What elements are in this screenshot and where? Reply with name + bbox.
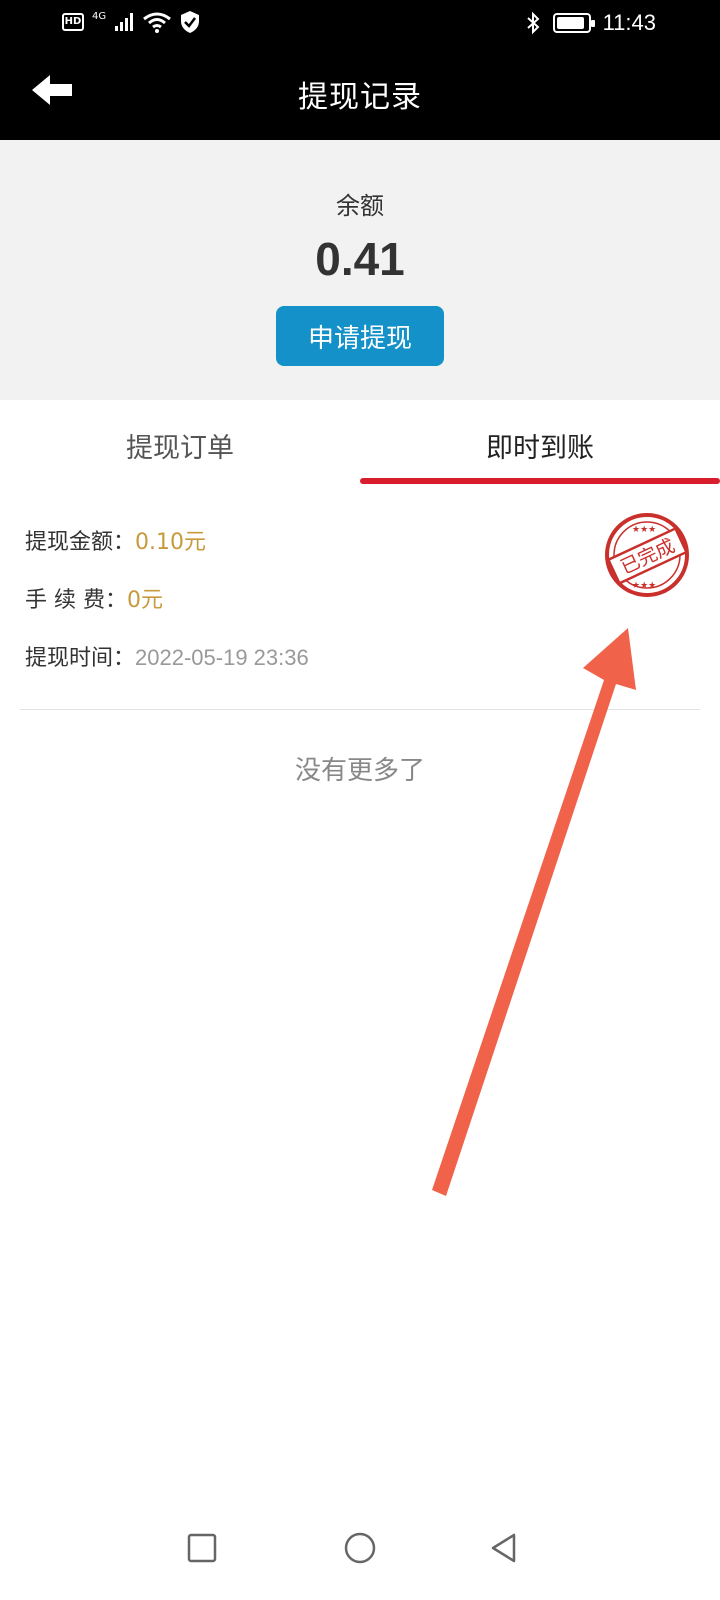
bluetooth-icon bbox=[526, 11, 540, 35]
hd-icon: HD bbox=[62, 13, 84, 31]
clock: 11:43 bbox=[602, 10, 656, 35]
battery-fill bbox=[556, 17, 584, 29]
tab-label: 提现订单 bbox=[126, 433, 234, 464]
time-label: 提现时间： bbox=[25, 646, 136, 671]
status-left: HD 4G bbox=[62, 10, 200, 34]
fee-value: 0元 bbox=[127, 588, 163, 613]
tab-withdraw-orders[interactable]: 提现订单 bbox=[0, 400, 360, 490]
stamp-icon: ★★★ ★★★ 已完成 bbox=[605, 513, 689, 597]
svg-text:★★★: ★★★ bbox=[632, 525, 656, 535]
app-header: 提现记录 bbox=[0, 52, 720, 138]
network-type: 4G bbox=[92, 10, 107, 22]
apply-withdraw-button[interactable]: 申请提现 bbox=[276, 306, 444, 366]
balance-label: 余额 bbox=[336, 192, 384, 220]
recent-apps-icon bbox=[187, 1533, 217, 1563]
tab-instant-arrival[interactable]: 即时到账 bbox=[360, 400, 720, 490]
system-nav-bar bbox=[0, 1500, 720, 1600]
screen: HD 4G 11:43 提现记录 余额 0.41 申请提现 提现订单 即时到账 … bbox=[0, 0, 720, 1600]
home-icon bbox=[344, 1532, 376, 1564]
no-more-text: 没有更多了 bbox=[294, 756, 425, 786]
recent-apps-button[interactable] bbox=[172, 1518, 232, 1578]
tab-bar: 提现订单 即时到账 bbox=[0, 400, 720, 490]
battery-icon bbox=[552, 13, 595, 33]
tab-label: 即时到账 bbox=[486, 433, 594, 464]
status-right: 11:43 bbox=[525, 10, 656, 36]
withdraw-record[interactable]: 提现金额：0.10元 手 续 费：0元 提现时间：2022-05-19 23:3… bbox=[20, 500, 700, 710]
wifi-icon bbox=[143, 12, 172, 33]
home-button[interactable] bbox=[330, 1518, 390, 1578]
status-bar: HD 4G 11:43 bbox=[0, 0, 720, 50]
fee-row: 手 续 费：0元 bbox=[25, 582, 163, 614]
shield-icon bbox=[181, 11, 200, 33]
back-nav-button[interactable] bbox=[474, 1518, 534, 1578]
amount-label: 提现金额： bbox=[25, 530, 136, 555]
tab-active-indicator bbox=[360, 478, 720, 484]
page-title: 提现记录 bbox=[298, 80, 422, 115]
svg-text:★★★: ★★★ bbox=[632, 581, 656, 591]
time-row: 提现时间：2022-05-19 23:36 bbox=[25, 640, 309, 672]
amount-row: 提现金额：0.10元 bbox=[25, 524, 206, 556]
fee-label: 手 续 费： bbox=[25, 588, 127, 613]
back-nav-icon bbox=[491, 1533, 516, 1563]
amount-value: 0.10元 bbox=[135, 530, 207, 555]
signal-icon bbox=[115, 13, 134, 31]
time-value: 2022-05-19 23:36 bbox=[135, 645, 309, 670]
top-bar: HD 4G 11:43 提现记录 bbox=[0, 0, 720, 140]
balance-panel: 余额 0.41 申请提现 bbox=[0, 140, 720, 400]
balance-value: 0.41 bbox=[315, 233, 405, 285]
